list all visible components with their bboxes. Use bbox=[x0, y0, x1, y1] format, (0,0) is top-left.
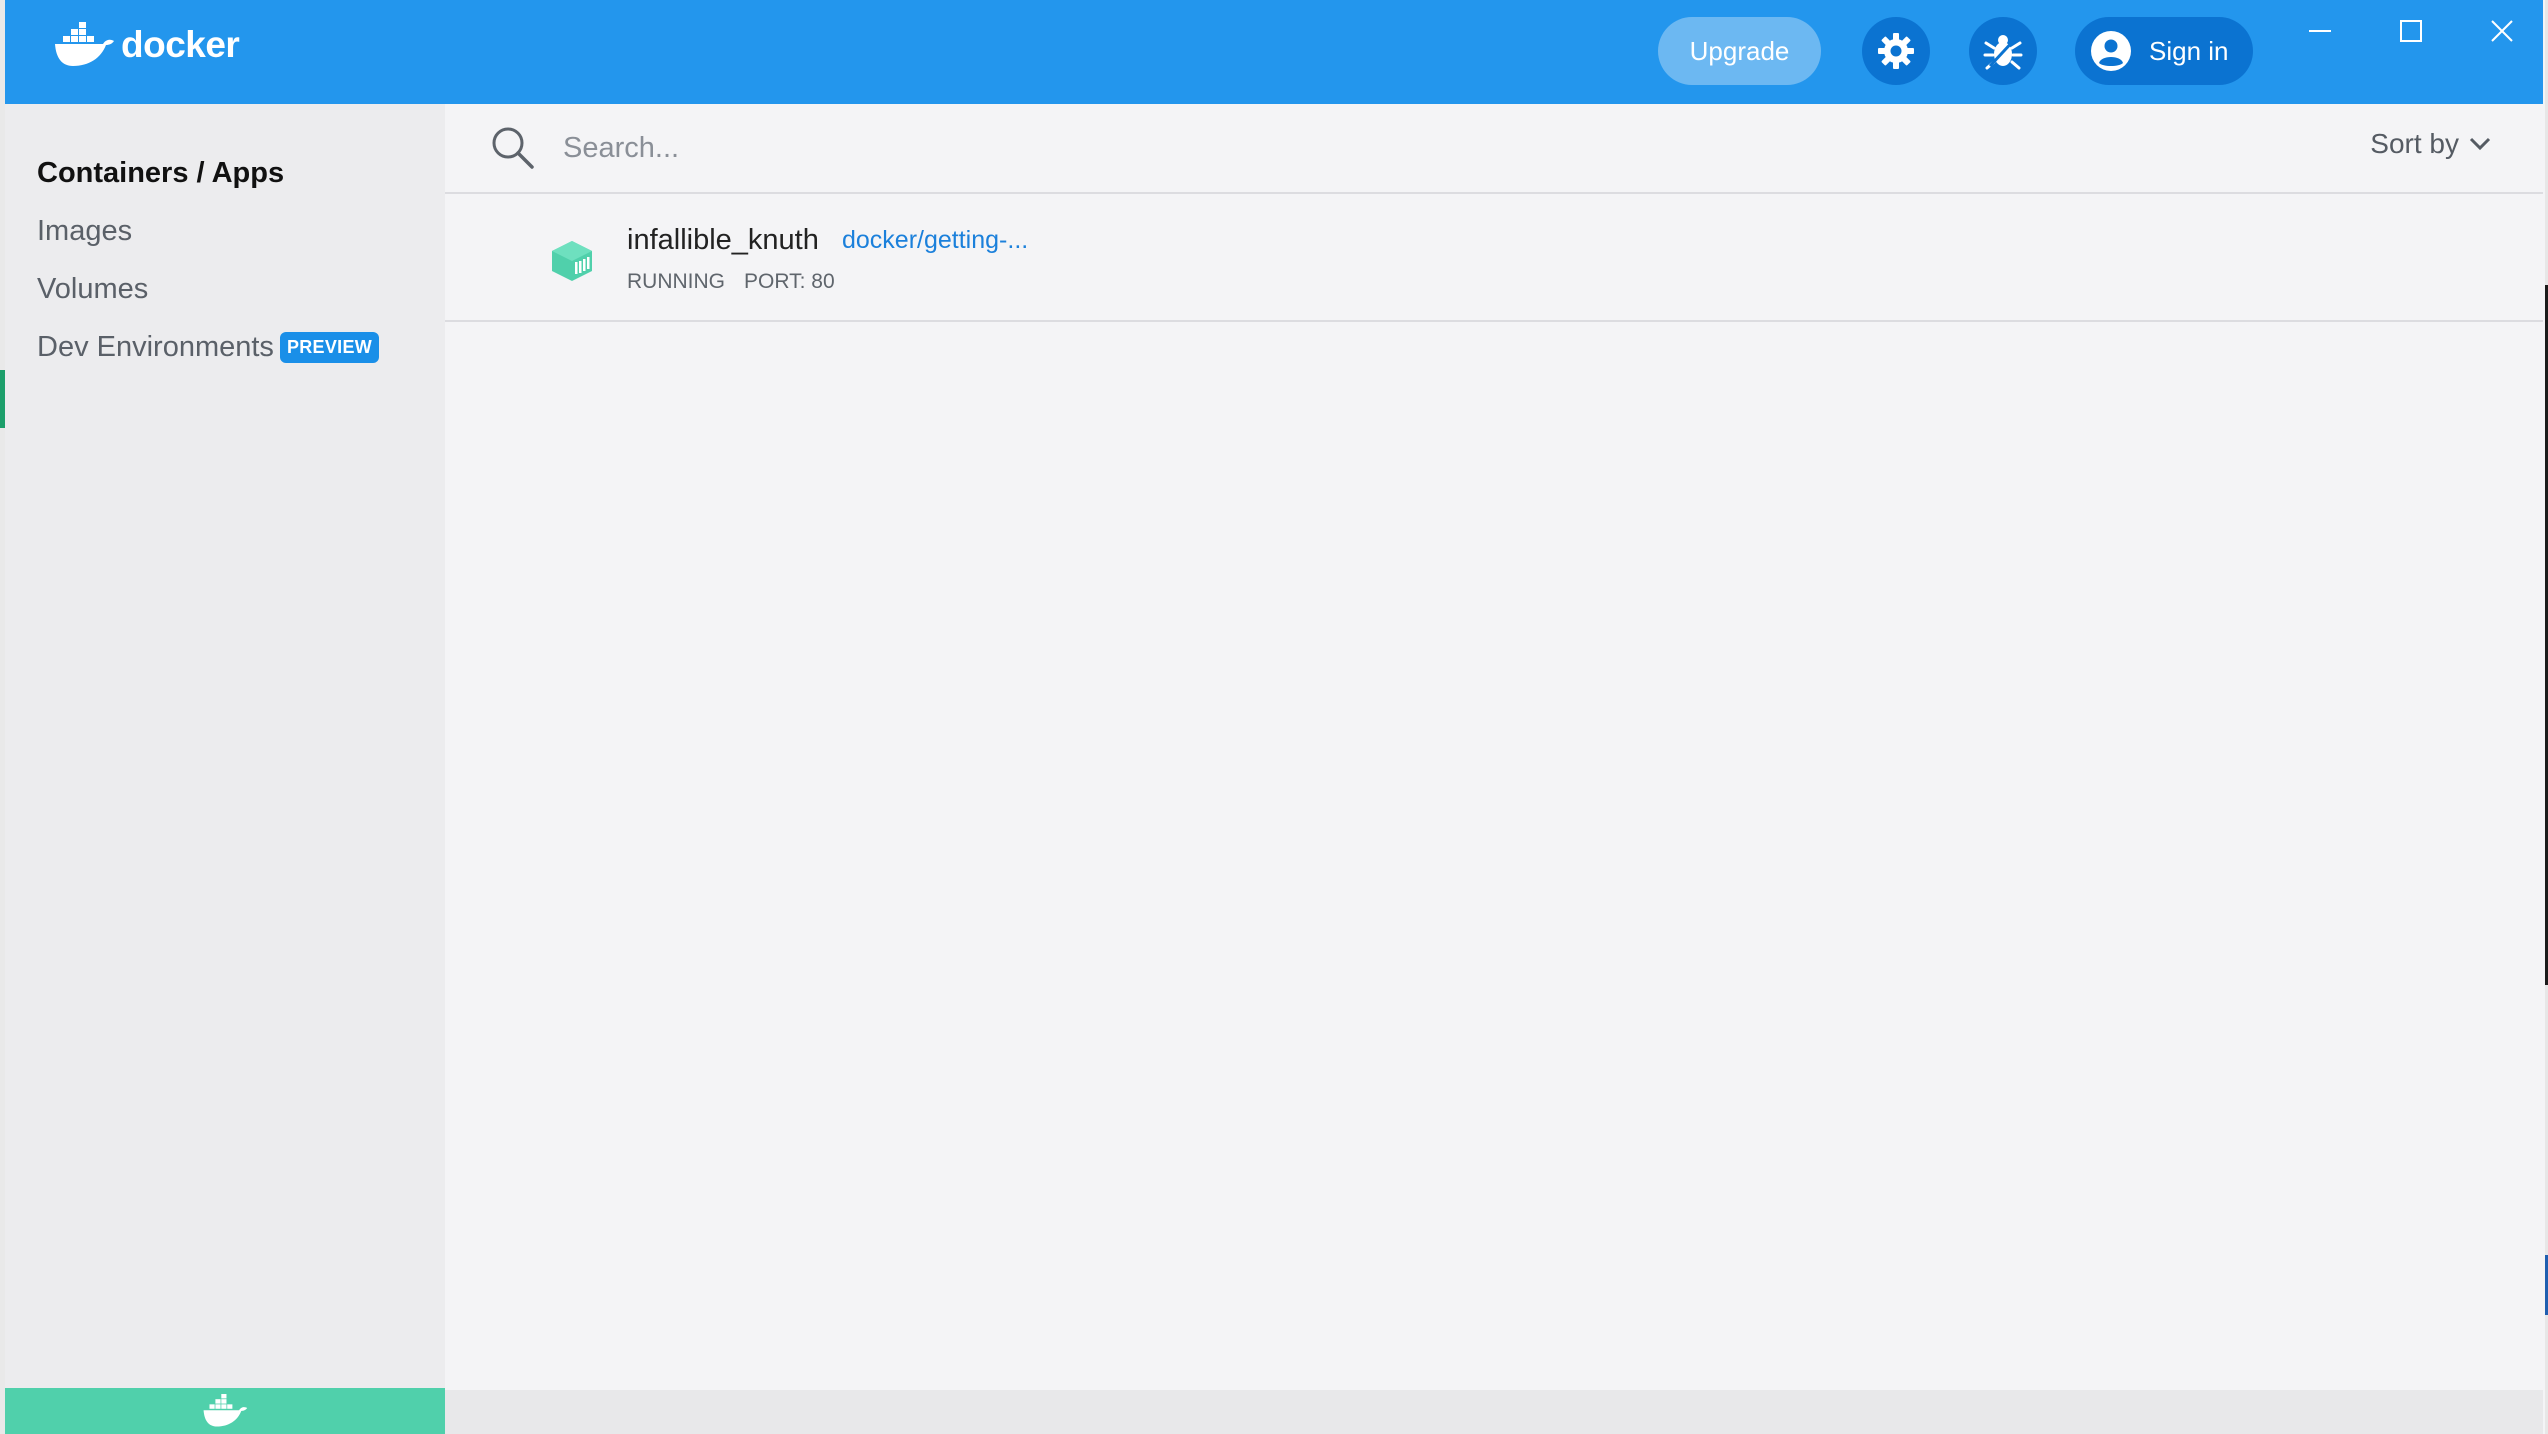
docker-logo: docker bbox=[53, 22, 240, 68]
maximize-button[interactable] bbox=[2385, 5, 2437, 57]
chevron-down-icon bbox=[2469, 137, 2491, 151]
troubleshoot-button[interactable] bbox=[1969, 17, 2037, 85]
user-avatar-icon bbox=[2091, 31, 2131, 71]
bug-icon bbox=[1983, 35, 2023, 70]
minimize-button[interactable] bbox=[2294, 5, 2346, 57]
preview-badge: PREVIEW bbox=[279, 331, 380, 363]
main-panel: Sort by infallible_knuth docker/getting-… bbox=[445, 104, 2543, 1390]
container-cube-icon bbox=[552, 241, 592, 281]
sidebar-item-label: Dev Environments bbox=[37, 330, 274, 363]
search-bar: Sort by bbox=[445, 104, 2543, 194]
docker-whale-icon bbox=[55, 22, 114, 66]
sidebar-item-label: Images bbox=[37, 214, 133, 247]
engine-status-footer[interactable] bbox=[5, 1388, 445, 1434]
container-row[interactable]: infallible_knuth docker/getting-... RUNN… bbox=[445, 194, 2543, 322]
container-port[interactable]: PORT: 80 bbox=[744, 270, 835, 294]
sidebar-item-containers-apps[interactable]: Containers / Apps bbox=[37, 144, 379, 202]
sidebar: Containers / Apps Images Volumes Dev Env… bbox=[5, 104, 445, 1434]
sort-by-label: Sort by bbox=[2370, 128, 2459, 159]
sidebar-item-label: Containers / Apps bbox=[37, 156, 285, 189]
docker-logo-text: docker bbox=[121, 24, 240, 65]
maximize-icon bbox=[2400, 20, 2422, 42]
sidebar-item-images[interactable]: Images bbox=[37, 202, 379, 260]
sidebar-item-volumes[interactable]: Volumes bbox=[37, 260, 379, 318]
docker-whale-icon bbox=[203, 1394, 248, 1427]
top-bar: docker Upgrade Sign in bbox=[5, 0, 2543, 104]
container-image-link[interactable]: docker/getting-... bbox=[842, 226, 1028, 255]
minimize-icon bbox=[2309, 30, 2331, 32]
search-icon bbox=[492, 127, 534, 169]
container-status: RUNNING bbox=[627, 270, 725, 293]
upgrade-button[interactable]: Upgrade bbox=[1658, 17, 1821, 85]
close-button[interactable] bbox=[2476, 5, 2528, 57]
sidebar-item-dev-environments[interactable]: Dev Environments PREVIEW bbox=[37, 318, 380, 376]
settings-button[interactable] bbox=[1862, 17, 1930, 85]
gear-icon bbox=[1878, 33, 1914, 69]
sort-by-dropdown[interactable]: Sort by bbox=[2370, 128, 2491, 160]
sign-in-label: Sign in bbox=[2149, 35, 2229, 66]
close-icon bbox=[2491, 20, 2513, 42]
bottom-status-bar bbox=[445, 1390, 2543, 1434]
sign-in-button[interactable]: Sign in bbox=[2075, 17, 2253, 85]
sidebar-nav: Containers / Apps Images Volumes Dev Env… bbox=[37, 144, 380, 376]
sidebar-item-label: Volumes bbox=[37, 272, 149, 305]
search-input[interactable] bbox=[563, 122, 1763, 174]
container-name: infallible_knuth bbox=[627, 224, 819, 256]
